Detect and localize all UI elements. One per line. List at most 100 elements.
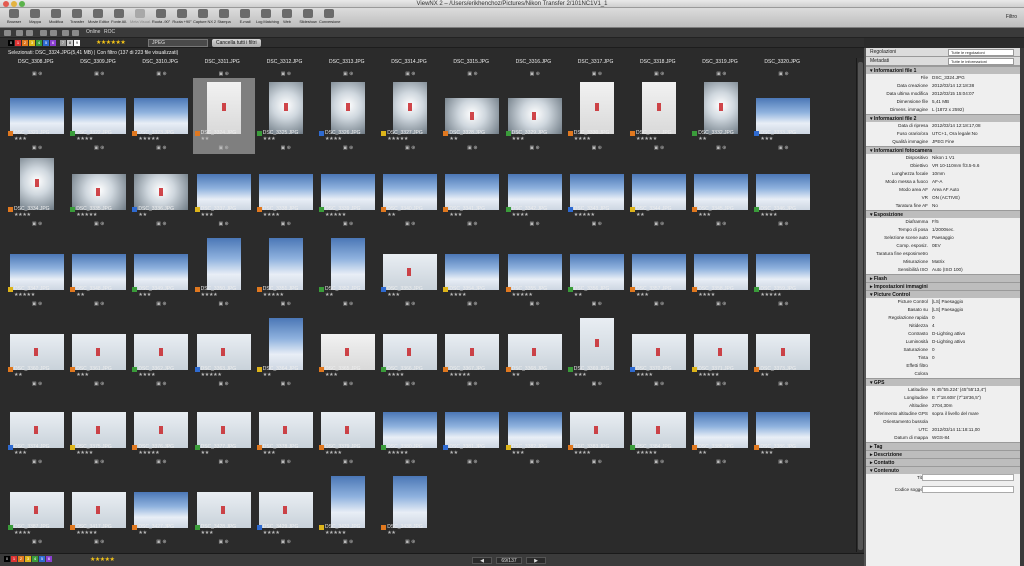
panel-section-header[interactable]: ▸ Contatto <box>866 458 1020 466</box>
photo-thumbnail[interactable] <box>258 174 313 210</box>
photo-thumbnail[interactable] <box>331 82 365 134</box>
photo-thumbnail[interactable] <box>445 98 500 134</box>
thumbnail-cell[interactable]: DSC_3360.JPG ★★ ▣ ⊕ <box>6 314 68 390</box>
rating-stars[interactable]: ★★ <box>512 372 521 378</box>
thumbnail-cell[interactable]: DSC_3381.JPG ★★ ▣ ⊕ <box>441 392 503 468</box>
rating-stars[interactable]: ★★★ <box>201 530 214 536</box>
rating-stars[interactable]: ★★★★ <box>387 372 404 378</box>
photo-thumbnail[interactable] <box>72 254 127 290</box>
thumbnail-cell[interactable]: DSC_3377.JPG ★★ ▣ ⊕ <box>193 392 255 468</box>
bottom-label-2[interactable]: 2 <box>18 556 24 562</box>
thumbnail-cell[interactable]: DSC_3333.JPG ★★★ ▣ ⊕ <box>752 78 814 154</box>
rating-stars[interactable]: ★★★★★ <box>449 372 470 378</box>
thumbnail-cell[interactable]: DSC_3340.JPG ★★ ▣ ⊕ <box>379 154 441 230</box>
photo-thumbnail[interactable] <box>10 334 64 370</box>
photo-thumbnail[interactable] <box>507 174 562 210</box>
bottom-label-1[interactable]: 1 <box>11 556 17 562</box>
photo-thumbnail[interactable] <box>694 254 749 290</box>
rating-stars[interactable]: ★★ <box>325 292 334 298</box>
photo-thumbnail[interactable] <box>756 98 811 134</box>
view-list-icon[interactable] <box>50 30 57 36</box>
thumbnail-cell[interactable]: DSC_3386.JPG ★★★ ▣ ⊕ <box>752 392 814 468</box>
rating-stars[interactable]: ★★ <box>263 372 272 378</box>
rating-stars[interactable]: ★★★★★ <box>636 450 657 456</box>
rating-stars[interactable]: ★★★★ <box>14 212 31 218</box>
thumbnail-cell[interactable]: DSC_3325.JPG ★★★ ▣ ⊕ <box>255 78 317 154</box>
thumbnail-cell[interactable]: DSC_3326.JPG ★★★★ ▣ ⊕ <box>317 78 379 154</box>
thumbnail-cell[interactable]: DSC_3380.JPG ★★★★★ ▣ ⊕ <box>379 392 441 468</box>
thumbnail-cell[interactable]: DSC_3370.JPG ★★★★ ▣ ⊕ <box>628 314 690 390</box>
rating-filter-stars[interactable]: ★★★★★★ <box>96 39 126 46</box>
thumbnail-cell[interactable]: DSC_3329.JPG ★★★ ▣ ⊕ <box>504 78 566 154</box>
thumbnail-cell[interactable]: DSC_3346.JPG ★★★★ ▣ ⊕ <box>752 154 814 230</box>
thumbnail-cell[interactable]: DSC_3356.JPG ★★ ▣ ⊕ <box>566 234 628 310</box>
rating-stars[interactable]: ★★ <box>449 450 458 456</box>
thumbnail-cell[interactable]: DSC_3358.JPG ★★★★ ▣ ⊕ <box>690 234 752 310</box>
rating-stars[interactable]: ★★ <box>201 450 210 456</box>
zoom-window-icon[interactable] <box>19 1 25 7</box>
photo-thumbnail[interactable] <box>579 318 614 370</box>
photo-thumbnail[interactable] <box>134 492 189 528</box>
rating-stars[interactable]: ★★★★ <box>76 450 93 456</box>
rating-stars[interactable]: ★★ <box>449 136 458 142</box>
photo-thumbnail[interactable] <box>196 334 251 370</box>
thumbnail-cell[interactable]: DSC_3355.JPG ★★★★★ ▣ ⊕ <box>504 234 566 310</box>
rating-stars[interactable]: ★★★★★ <box>325 212 346 218</box>
convert-button[interactable]: Conversione <box>319 9 340 27</box>
thumbnail-cell[interactable]: DSC_3364.JPG ★★ ▣ ⊕ <box>255 314 317 390</box>
rating-stars[interactable]: ★★★★ <box>636 372 653 378</box>
rating-stars[interactable]: ★★★★ <box>76 136 93 142</box>
rating-stars[interactable]: ★★★★★ <box>76 212 97 218</box>
thumbnail-cell[interactable]: DSC_3331.JPG ★★★★★ ▣ ⊕ <box>628 78 690 154</box>
photo-thumbnail[interactable] <box>196 492 251 528</box>
rating-stars[interactable]: ★★★ <box>636 292 649 298</box>
rating-stars[interactable]: ★★ <box>760 372 769 378</box>
photo-thumbnail[interactable] <box>331 238 365 290</box>
photo-thumbnail[interactable] <box>10 412 64 448</box>
thumbnail-cell[interactable]: DSC_3359.JPG ★★★★★ ▣ ⊕ <box>752 234 814 310</box>
rating-stars[interactable]: ★★★ <box>325 372 338 378</box>
thumbnail-cell[interactable]: DSC_3336.JPG ★★ ▣ ⊕ <box>130 154 192 230</box>
thumbnail-cell[interactable]: DSC_3323.JPG ★★★★★ ▣ ⊕ <box>130 78 192 154</box>
panel-section-header[interactable]: ▾ Contenuto <box>866 466 1020 474</box>
rating-stars[interactable]: ★★★★★ <box>760 292 781 298</box>
thumbnail-cell[interactable]: DSC_3354.JPG ★★★★ ▣ ⊕ <box>441 234 503 310</box>
photo-thumbnail[interactable] <box>507 98 562 134</box>
thumbnail-cell[interactable]: DSC_3342.JPG ★★★★ ▣ ⊕ <box>504 154 566 230</box>
rating-stars[interactable]: ★★★ <box>263 136 276 142</box>
rating-stars[interactable]: ★★★★ <box>574 450 591 456</box>
photo-thumbnail[interactable] <box>10 492 64 528</box>
label-filter-7[interactable]: 7 <box>60 40 66 46</box>
rating-stars[interactable]: ★★★ <box>14 450 27 456</box>
label-filter-5[interactable]: 5 <box>43 40 49 46</box>
photo-thumbnail[interactable] <box>134 412 189 448</box>
photo-thumbnail[interactable] <box>10 254 64 290</box>
thumbnail-cell[interactable]: DSC_3369.JPG ★★★ ▣ ⊕ <box>566 314 628 390</box>
rating-stars[interactable]: ★★★★★ <box>574 212 595 218</box>
web-button[interactable]: Web <box>277 9 297 27</box>
photo-thumbnail[interactable] <box>321 334 375 370</box>
thumbnail-cell[interactable]: DSC_3365.JPG ★★★ ▣ ⊕ <box>317 314 379 390</box>
thumbnail-cell[interactable]: DSC_3334.JPG ★★★★ ▣ ⊕ <box>6 154 68 230</box>
photo-thumbnail[interactable] <box>383 412 438 448</box>
rating-stars[interactable]: ★★★★★ <box>636 136 657 142</box>
photo-thumbnail[interactable] <box>569 254 624 290</box>
bottom-label-3[interactable]: 3 <box>25 556 31 562</box>
capture-nx-button[interactable]: Capture NX 2 <box>193 9 216 27</box>
thumbnail-cell[interactable]: DSC_3332.JPG ★★ ▣ ⊕ <box>690 78 752 154</box>
panel-section-header[interactable]: ▾ GPS <box>866 378 1020 386</box>
photo-thumbnail[interactable] <box>393 476 428 528</box>
slideshow-button[interactable]: Slideshow <box>298 9 318 27</box>
next-page-button[interactable]: ▶ <box>526 557 546 564</box>
metadata-input[interactable] <box>922 474 1014 481</box>
log-matching-button[interactable]: Log Matching <box>256 9 279 27</box>
rating-stars[interactable]: ★★★★ <box>512 212 529 218</box>
photo-thumbnail[interactable] <box>321 174 375 210</box>
panel-section-header[interactable]: ▾ Informazioni fotocamera <box>866 146 1020 154</box>
thumbnail-cell[interactable]: DSC_3378.JPG ★★★ ▣ ⊕ <box>255 392 317 468</box>
photo-thumbnail[interactable] <box>694 334 749 370</box>
photo-thumbnail[interactable] <box>383 174 438 210</box>
panel-section-header[interactable]: ▸ Impostazioni immagini <box>866 282 1020 290</box>
clear-all-filters-button[interactable]: Cancella tutti i filtri <box>212 39 261 47</box>
panel-section-header[interactable]: ▾ Esposizione <box>866 210 1020 218</box>
